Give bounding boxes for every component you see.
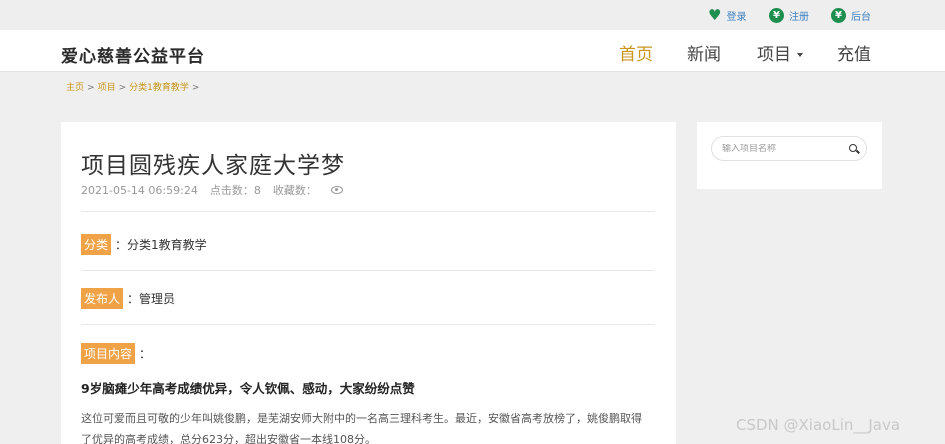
category-tag: 分类 — [81, 234, 112, 255]
content-tag: 项目内容 — [81, 343, 136, 364]
breadcrumb-separator: > — [87, 83, 95, 93]
register-link[interactable]: ¥ 注册 — [769, 6, 809, 24]
search-box — [711, 136, 867, 161]
clicks-label: 点击数： — [209, 184, 254, 197]
category-value: 分类1教育教学 — [127, 238, 207, 252]
content-field: 项目内容 ： — [81, 343, 151, 364]
nav-news[interactable]: 新闻 — [687, 40, 721, 65]
register-label: 注册 — [789, 11, 809, 23]
article-meta: 2021-05-14 06:59:24 点击数：8 收藏数： — [81, 182, 355, 198]
clicks-value: 8 — [253, 184, 261, 197]
colon: ： — [127, 292, 140, 306]
publisher-tag: 发布人 — [81, 288, 124, 309]
nav-home[interactable]: 首页 — [619, 40, 653, 65]
breadcrumb-home[interactable]: 主页 — [66, 83, 84, 93]
publish-datetime: 2021-05-14 06:59:24 — [81, 183, 198, 197]
content-paragraph: 这位可爱而且可敬的少年叫姚俊鹏，是芜湖安师大附中的一名高三理科考生。最近，安徽省… — [81, 408, 661, 444]
yen-icon: ¥ — [769, 7, 784, 23]
publisher-value: 管理员 — [139, 292, 176, 306]
divider — [81, 270, 655, 271]
admin-label: 后台 — [851, 11, 871, 23]
sidebar-panel — [697, 122, 882, 189]
login-link[interactable]: ♥ 登录 — [708, 6, 746, 24]
eye-icon[interactable] — [330, 186, 343, 194]
yen-icon: ¥ — [831, 7, 846, 23]
colon: ： — [115, 238, 128, 252]
search-icon[interactable] — [849, 144, 857, 152]
publisher-field: 发布人 ： 管理员 — [81, 288, 175, 309]
clicks-count: 点击数：8 — [210, 182, 261, 198]
divider — [81, 211, 655, 212]
divider — [81, 324, 655, 325]
article-panel: 项目圆残疾人家庭大学梦 2021-05-14 06:59:24 点击数：8 收藏… — [61, 122, 676, 444]
breadcrumb-projects[interactable]: 项目 — [98, 83, 116, 93]
login-label: 登录 — [726, 11, 747, 23]
heart-icon: ♥ — [708, 5, 722, 24]
breadcrumb: 主页 > 项目 > 分类1教育教学 > — [66, 80, 202, 93]
nav-projects-label: 项目 — [757, 45, 791, 65]
nav-recharge[interactable]: 充值 — [837, 40, 871, 65]
caret-down-icon — [797, 53, 803, 57]
site-brand[interactable]: 爱心慈善公益平台 — [61, 42, 205, 67]
favorites-label: 收藏数： — [272, 184, 317, 197]
breadcrumb-separator: > — [191, 83, 200, 93]
colon: ： — [139, 347, 152, 361]
nav-projects[interactable]: 项目 — [757, 40, 803, 65]
watermark: CSDN @XiaoLin__Java — [736, 416, 901, 434]
admin-link[interactable]: ¥ 后台 — [831, 6, 871, 24]
paragraph-line: 了优异的高考成绩，总分623分，超出安徽省一本线108分。 — [81, 433, 376, 444]
top-bar: ♥ 登录 ¥ 注册 ¥ 后台 — [0, 0, 945, 30]
search-input[interactable] — [722, 143, 842, 154]
content-subheading: 9岁脑瘫少年高考成绩优异，令人钦佩、感动，大家纷纷点赞 — [81, 381, 415, 396]
paragraph-line: 这位可爱而且可敬的少年叫姚俊鹏，是芜湖安师大附中的一名高三理科考生。最近，安徽省… — [81, 412, 642, 425]
breadcrumb-separator: > — [118, 83, 127, 93]
breadcrumb-category[interactable]: 分类1教育教学 — [129, 83, 189, 93]
category-field: 分类 ： 分类1教育教学 — [81, 234, 207, 255]
article-title: 项目圆残疾人家庭大学梦 — [81, 153, 345, 179]
main-navbar: 爱心慈善公益平台 首页 新闻 项目 充值 — [0, 30, 945, 72]
